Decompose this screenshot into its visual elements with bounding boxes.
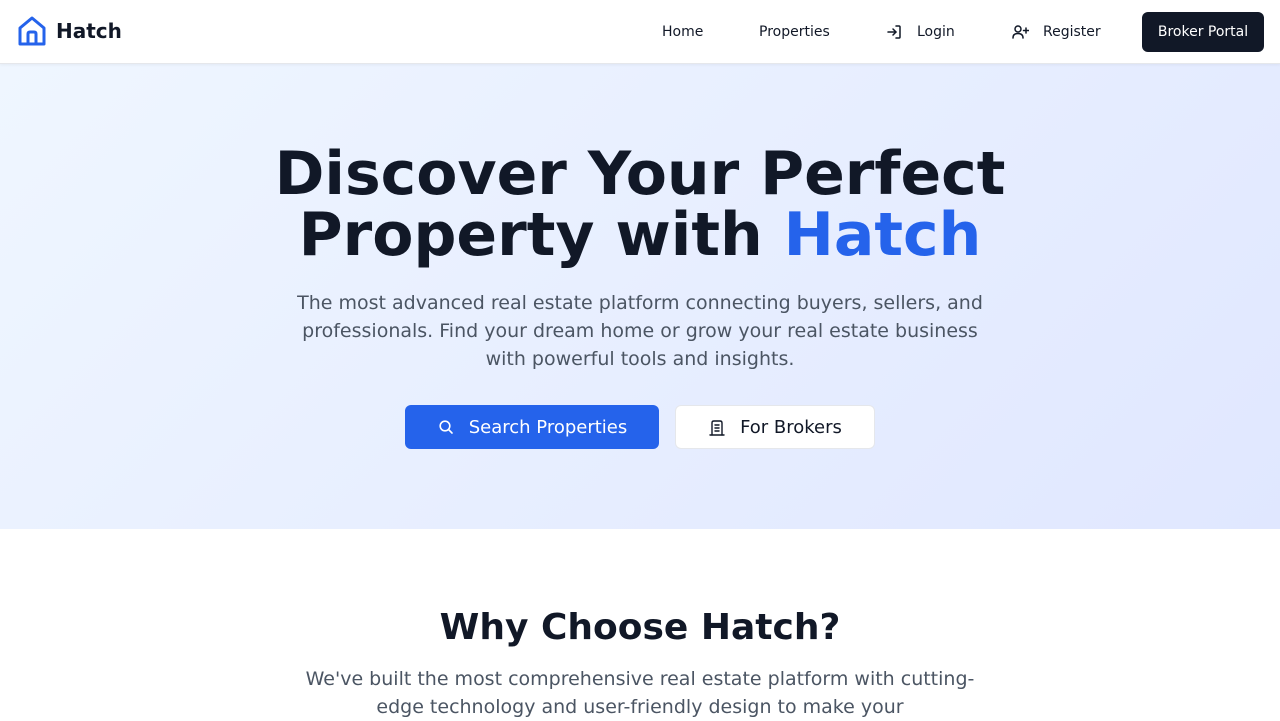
- nav-register-label: Register: [1043, 24, 1101, 40]
- brand-name: Hatch: [56, 19, 122, 43]
- hero-section: Discover Your Perfect Property with Hatc…: [0, 64, 1280, 529]
- user-plus-icon: [1011, 23, 1029, 41]
- search-properties-button[interactable]: Search Properties: [405, 405, 659, 449]
- for-brokers-button[interactable]: For Brokers: [675, 405, 875, 449]
- house-icon: [16, 14, 48, 48]
- hero-title-line2: Property with: [298, 200, 784, 270]
- hero-title-accent: Hatch: [783, 200, 982, 270]
- broker-portal-button[interactable]: Broker Portal: [1142, 12, 1264, 52]
- hero-subtitle: The most advanced real estate platform c…: [297, 292, 983, 370]
- brand-logo-link[interactable]: Hatch: [16, 14, 122, 48]
- hero-title: Discover Your Perfect Property with Hatc…: [0, 144, 1280, 266]
- for-brokers-label: For Brokers: [740, 416, 842, 438]
- log-in-icon: [885, 23, 903, 41]
- search-icon: [437, 418, 455, 436]
- nav-register-link[interactable]: Register: [1011, 20, 1101, 44]
- navbar: Hatch Home Properties Login Register Bro…: [0, 0, 1280, 64]
- nav-login-link[interactable]: Login: [885, 20, 955, 44]
- nav-home-link[interactable]: Home: [662, 20, 703, 44]
- search-properties-label: Search Properties: [468, 416, 628, 438]
- hero-title-line1: Discover Your Perfect: [274, 139, 1006, 209]
- why-choose-title: Why Choose Hatch?: [439, 607, 841, 648]
- nav-login-label: Login: [917, 24, 955, 40]
- nav-properties-link[interactable]: Properties: [759, 20, 830, 44]
- why-choose-subtitle: We've built the most comprehensive real …: [305, 668, 975, 718]
- building-icon: [708, 418, 726, 436]
